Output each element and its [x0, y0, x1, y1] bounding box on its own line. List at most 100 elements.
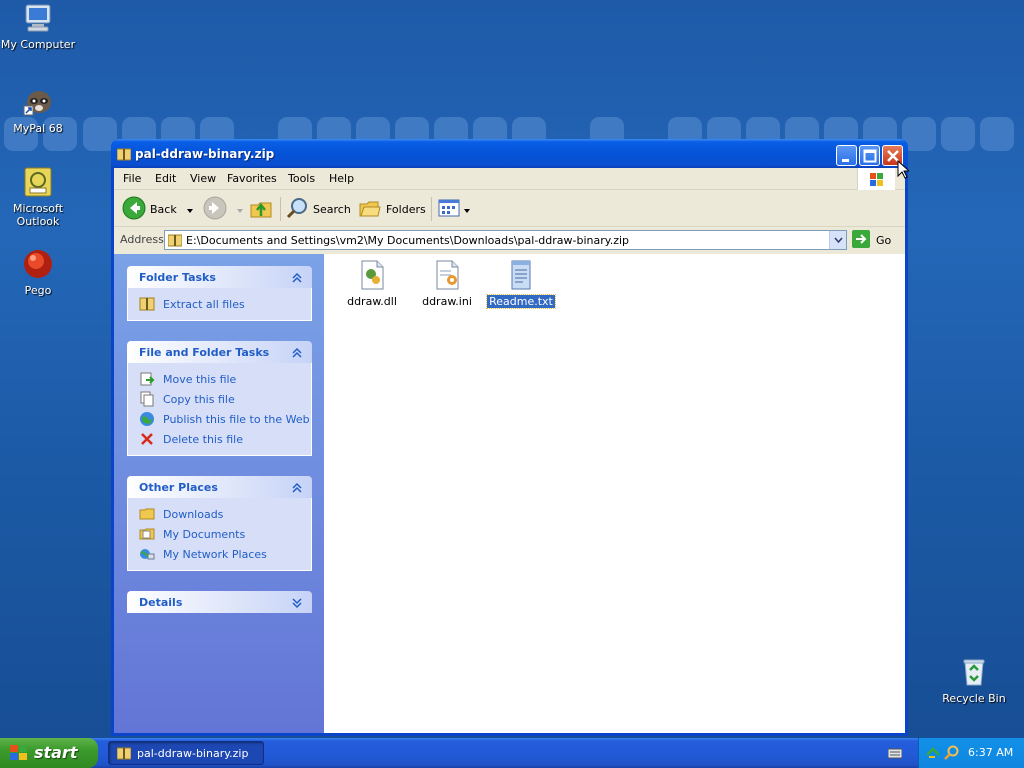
other-places-header[interactable]: Other Places: [127, 476, 312, 498]
zip-folder-icon: [167, 234, 183, 247]
menu-bar: File Edit View Favorites Tools Help: [114, 168, 905, 190]
desktop-icon-label: Pego: [24, 284, 52, 297]
file-item[interactable]: ddraw.ini: [412, 259, 482, 308]
back-button[interactable]: Back: [122, 196, 193, 222]
publish-web-link[interactable]: Publish this file to the Web: [128, 409, 311, 429]
back-arrow-icon: [122, 196, 146, 223]
task-pane: Folder Tasks Extract all files File and …: [114, 254, 324, 733]
folder-tasks-header[interactable]: Folder Tasks: [127, 266, 312, 288]
chevron-down-icon: [464, 203, 470, 216]
back-label: Back: [150, 202, 177, 216]
title-bar[interactable]: pal-ddraw-binary.zip: [111, 139, 908, 168]
move-icon: [139, 371, 155, 387]
go-button[interactable]: Go: [852, 229, 892, 251]
outlook-icon: [22, 166, 54, 198]
taskbar: start pal-ddraw-binary.zip 6:37 AM: [0, 738, 1024, 768]
menu-edit[interactable]: Edit: [155, 172, 176, 185]
file-item[interactable]: ddraw.dll: [337, 259, 407, 308]
desktop-icon-my-computer[interactable]: My Computer: [0, 2, 76, 51]
network-places-icon: [139, 546, 155, 562]
collapse-icon: [290, 271, 304, 285]
forward-button[interactable]: [203, 196, 243, 222]
address-dropdown-button[interactable]: [829, 231, 846, 249]
windows-logo-icon: [857, 168, 895, 190]
globe-icon: [139, 411, 155, 427]
desktop-icon-recycle-bin[interactable]: Recycle Bin: [936, 656, 1012, 705]
keyboard-icon[interactable]: [887, 747, 903, 759]
desktop-icon-outlook[interactable]: Microsoft Outlook: [0, 166, 76, 228]
downloads-link[interactable]: Downloads: [128, 504, 311, 524]
search-icon: [285, 196, 309, 223]
views-icon: [437, 196, 461, 223]
extract-all-files-link[interactable]: Extract all files: [128, 294, 311, 314]
address-label: Address: [120, 233, 164, 246]
file-list-area[interactable]: ddraw.dll ddraw.ini Readme.txt: [324, 254, 905, 733]
search-label: Search: [313, 202, 351, 216]
up-folder-icon: [249, 196, 273, 223]
other-places-section: Other Places Downloads My Documents My N…: [127, 476, 312, 571]
address-field[interactable]: E:\Documents and Settings\vm2\My Documen…: [164, 230, 847, 250]
recycle-bin-icon: [958, 656, 990, 688]
zip-folder-icon: [116, 747, 132, 760]
clock: 6:37 AM: [968, 746, 1014, 759]
desktop-icon-label: MyPal 68: [13, 122, 63, 135]
go-arrow-icon: [852, 229, 870, 251]
standard-toolbar: Back Search Folders: [114, 191, 905, 227]
menu-view[interactable]: View: [190, 172, 216, 185]
file-item-selected[interactable]: Readme.txt: [486, 259, 556, 309]
section-title: Details: [139, 596, 183, 609]
ini-file-icon: [431, 259, 463, 291]
desktop-icon-label: Recycle Bin: [942, 692, 1006, 705]
forward-arrow-icon: [203, 196, 227, 223]
my-documents-icon: [139, 526, 155, 542]
section-title: File and Folder Tasks: [139, 346, 270, 359]
up-folder-button[interactable]: [249, 196, 273, 222]
desktop-icon-label: Microsoft Outlook: [12, 202, 64, 228]
search-button[interactable]: Search: [285, 196, 351, 222]
taskbar-window-label: pal-ddraw-binary.zip: [137, 747, 249, 760]
file-folder-tasks-header[interactable]: File and Folder Tasks: [127, 341, 312, 363]
system-tray: 6:37 AM: [918, 738, 1024, 768]
zip-folder-icon: [116, 147, 132, 161]
folders-button[interactable]: Folders: [358, 196, 426, 222]
copy-icon: [139, 391, 155, 407]
start-button[interactable]: start: [0, 738, 98, 768]
maximize-button[interactable]: [859, 145, 880, 166]
menu-help[interactable]: Help: [329, 172, 354, 185]
text-file-icon: [505, 259, 537, 291]
details-section: Details: [127, 591, 312, 613]
desktop-icon-mypal[interactable]: MyPal 68: [0, 86, 76, 135]
mouse-cursor-icon: [897, 159, 911, 183]
window-client-area: File Edit View Favorites Tools Help Back: [114, 168, 905, 733]
taskbar-window-button[interactable]: pal-ddraw-binary.zip: [108, 741, 264, 765]
delete-file-link[interactable]: Delete this file: [128, 429, 311, 449]
start-label: start: [34, 743, 78, 762]
menu-file[interactable]: File: [123, 172, 141, 185]
address-bar: Address E:\Documents and Settings\vm2\My…: [114, 228, 905, 252]
folders-icon: [358, 196, 382, 223]
desktop-icon-label: My Computer: [0, 38, 76, 51]
minimize-button[interactable]: [836, 145, 857, 166]
file-folder-tasks-section: File and Folder Tasks Move this file Cop…: [127, 341, 312, 456]
my-documents-link[interactable]: My Documents: [128, 524, 311, 544]
collapse-icon: [290, 346, 304, 360]
delete-icon: [139, 431, 155, 447]
search-tray-icon[interactable]: [943, 745, 959, 764]
pego-icon: [22, 248, 54, 280]
menu-favorites[interactable]: Favorites: [227, 172, 277, 185]
explorer-window: pal-ddraw-binary.zip File Edit View Favo…: [111, 139, 908, 736]
window-title: pal-ddraw-binary.zip: [135, 147, 275, 161]
menu-tools[interactable]: Tools: [288, 172, 315, 185]
dll-file-icon: [356, 259, 388, 291]
extract-icon: [139, 296, 155, 312]
folder-icon: [139, 506, 155, 522]
my-network-places-link[interactable]: My Network Places: [128, 544, 311, 564]
details-header[interactable]: Details: [127, 591, 312, 613]
go-label: Go: [876, 233, 892, 247]
move-file-link[interactable]: Move this file: [128, 369, 311, 389]
desktop-icon-pego[interactable]: Pego: [0, 248, 76, 297]
network-tray-icon[interactable]: [925, 745, 941, 764]
copy-file-link[interactable]: Copy this file: [128, 389, 311, 409]
section-title: Folder Tasks: [139, 271, 216, 284]
views-button[interactable]: [437, 196, 470, 222]
